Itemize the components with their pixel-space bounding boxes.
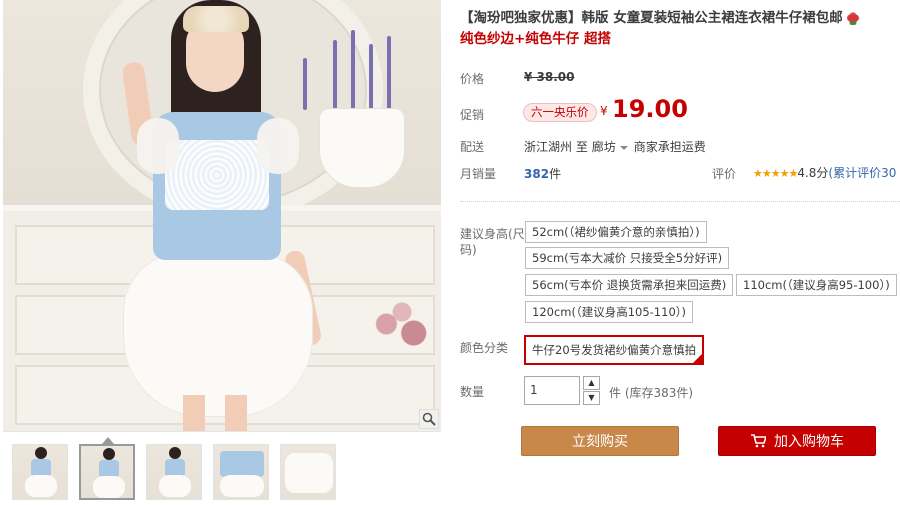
roses-decor — [363, 300, 441, 360]
color-option[interactable]: 牛仔20号发货裙纱偏黄介意慎拍 — [524, 335, 705, 365]
rating-stars: ★★★★★ — [753, 167, 798, 180]
shipping-to-word: 至 — [575, 140, 588, 154]
chevron-down-icon[interactable] — [619, 145, 628, 150]
rating-wrap: ★★★★★4.8分(累计评价30 — [753, 164, 896, 181]
lavender-decor — [387, 36, 391, 110]
section-divider — [460, 201, 900, 202]
main-product-image[interactable] — [3, 0, 441, 432]
thumbnail-1[interactable] — [12, 444, 68, 500]
shipping-route: 浙江湖州 至 廊坊 商家承担运费 — [524, 138, 706, 155]
model-leg — [225, 395, 247, 431]
color-option-text: 牛仔20号发货裙纱偏黄介意慎拍 — [532, 343, 697, 357]
lavender-decor — [369, 44, 373, 110]
model-skirt — [123, 252, 313, 417]
promo-badge: 六一央乐价 — [523, 103, 597, 122]
price-label: 价格 — [460, 72, 485, 86]
product-gallery — [0, 0, 443, 505]
vase-decor — [319, 108, 405, 188]
height-option[interactable]: 59cm(亏本大减价 只接受全5分好评) — [525, 247, 730, 269]
cart-icon — [750, 428, 768, 458]
title-main: 【淘玢吧独家优惠】韩版 女童夏装短袖公主裙连衣裙牛仔裙包邮 — [460, 10, 843, 26]
height-label: 建议身高(尺码) — [460, 227, 525, 257]
height-option[interactable]: 120cm(（建议身高105-110）) — [525, 301, 693, 323]
shipping-note: 商家承担运费 — [633, 140, 706, 154]
shipping-label: 配送 — [460, 140, 485, 154]
shipping-destination[interactable]: 廊坊 — [592, 140, 616, 154]
thumbnail-5[interactable] — [280, 444, 336, 500]
thumbnail-4[interactable] — [213, 444, 269, 500]
sales-label: 月销量 — [460, 167, 497, 181]
lavender-decor — [303, 58, 307, 110]
review-link[interactable]: (累计评价30 — [828, 166, 896, 180]
thumbnail-caret — [102, 437, 114, 444]
model-sleeve — [137, 118, 179, 174]
add-to-cart-button[interactable]: 加入购物车 — [718, 426, 876, 456]
lavender-decor — [333, 40, 337, 110]
sales-count: 382 — [524, 167, 550, 181]
promo-price: 19.00 — [612, 95, 688, 123]
quantity-label: 数量 — [460, 385, 485, 399]
stock-info: 件 (库存383件) — [609, 384, 693, 401]
thumbnail-3[interactable] — [146, 444, 202, 500]
sales-count-wrap: 382件 — [524, 165, 561, 182]
model-leg — [183, 395, 205, 431]
currency-symbol: ¥ — [600, 104, 608, 118]
decrement-icon[interactable]: ▼ — [583, 391, 600, 405]
color-label: 颜色分类 — [460, 341, 509, 355]
thumbnail-2[interactable] — [79, 444, 135, 500]
increment-icon[interactable]: ▲ — [583, 376, 600, 390]
thumbnail-strip — [12, 444, 442, 502]
rating-score: 4.8分 — [797, 166, 829, 180]
original-price: ¥ 38.00 — [524, 70, 575, 84]
lavender-decor — [351, 30, 355, 110]
shipping-from: 浙江湖州 — [524, 140, 573, 154]
buy-now-button[interactable]: 立刻购买 — [521, 426, 679, 456]
height-option[interactable]: 110cm(（建议身高95-100）) — [736, 274, 897, 296]
height-option[interactable]: 56cm(亏本价 退换货需承担来回运费) — [525, 274, 734, 296]
stock-count: (库存383件) — [624, 386, 694, 400]
promo-label: 促销 — [460, 108, 485, 122]
add-to-cart-label: 加入购物车 — [774, 434, 844, 450]
height-option[interactable]: 52cm(（裙纱偏黄介意的亲慎拍）) — [525, 221, 707, 243]
flower-icon — [844, 11, 861, 25]
product-info: 【淘玢吧独家优惠】韩版 女童夏装短袖公主裙连衣裙牛仔裙包邮 纯色纱边+纯色牛仔 … — [455, 0, 900, 505]
sales-unit: 件 — [549, 167, 562, 181]
rating-label: 评价 — [712, 167, 737, 181]
model-headband — [183, 6, 249, 32]
selected-check-icon — [693, 354, 703, 363]
model-sleeve — [257, 118, 299, 174]
search-icon[interactable] — [419, 409, 439, 429]
title-subline: 纯色纱边+纯色牛仔 超搭 — [460, 31, 612, 47]
product-title: 【淘玢吧独家优惠】韩版 女童夏装短袖公主裙连衣裙牛仔裙包邮 纯色纱边+纯色牛仔 … — [460, 8, 900, 50]
quantity-unit: 件 — [609, 386, 622, 400]
model-lace — [165, 140, 269, 210]
quantity-input[interactable]: 1 — [524, 376, 580, 405]
